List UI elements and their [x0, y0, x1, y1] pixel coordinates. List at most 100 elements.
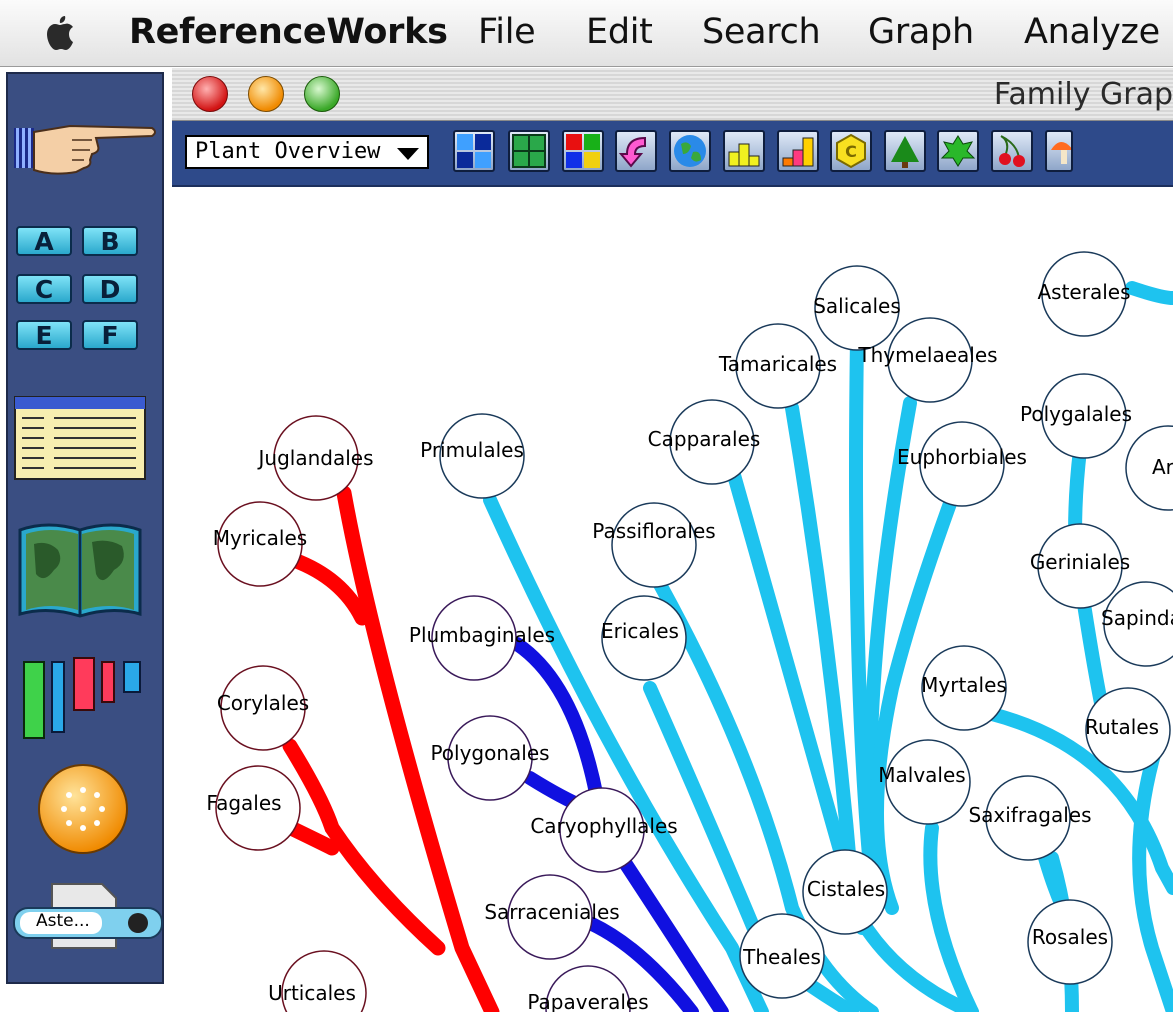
leaf-icon[interactable]	[937, 130, 979, 172]
svg-text:Passiflorales: Passiflorales	[592, 519, 715, 543]
svg-text:Salicales: Salicales	[813, 294, 901, 318]
view-dropdown-value: Plant Overview	[195, 139, 381, 164]
tree-icon[interactable]	[884, 130, 926, 172]
edge-asterales	[1125, 281, 1173, 305]
svg-text:Sarraceniales: Sarraceniales	[484, 900, 619, 924]
grid-blue-icon[interactable]	[453, 130, 495, 172]
edge-tamaricales	[785, 401, 859, 895]
node-plumbaginales[interactable]: Plumbaginales	[409, 595, 555, 681]
grid-green-icon[interactable]	[508, 130, 550, 172]
node-urticales[interactable]: Urticales	[268, 950, 367, 1016]
window-titlebar[interactable]: Family Grap	[172, 68, 1173, 121]
node-primulales[interactable]: Primulales	[420, 413, 525, 499]
node-corylales[interactable]: Corylales	[217, 665, 309, 751]
svg-text:Papaverales: Papaverales	[527, 990, 648, 1012]
node-caryophyllales[interactable]: Caryophyllales	[530, 787, 678, 873]
node-theales[interactable]: Theales	[739, 913, 825, 999]
svg-text:Myricales: Myricales	[213, 526, 307, 550]
node-sarraceniales[interactable]: Sarraceniales	[484, 874, 620, 960]
tool-palette: A B C D E F Aste...	[6, 72, 164, 984]
svg-text:Thymelaeales: Thymelaeales	[857, 343, 997, 367]
node-fagales[interactable]: Fagales	[206, 765, 301, 851]
node-salicales[interactable]: Salicales	[813, 265, 901, 351]
menu-analyze[interactable]: Analyze	[1024, 12, 1160, 52]
bar-chart-icon[interactable]	[20, 656, 144, 742]
palette-bottom-gap	[0, 984, 175, 1012]
app-menu[interactable]: ReferenceWorks	[129, 12, 448, 52]
minimize-button[interactable]	[248, 76, 284, 112]
family-graph-window: Family Grap Plant Overview C Juglandales…	[172, 68, 1173, 1016]
svg-text:Primulales: Primulales	[420, 438, 524, 462]
node-polygonales[interactable]: Polygonales	[430, 715, 550, 801]
svg-text:Ericales: Ericales	[601, 619, 679, 643]
step-chart-icon[interactable]	[723, 130, 765, 172]
window-title: Family Grap	[993, 77, 1173, 112]
spreadsheet-icon[interactable]	[14, 396, 146, 480]
menu-graph[interactable]: Graph	[868, 12, 974, 52]
svg-text:Geriniales: Geriniales	[1030, 550, 1130, 574]
letter-c-button[interactable]: C	[16, 274, 72, 304]
node-myricales[interactable]: Myricales	[213, 501, 307, 587]
zoom-button[interactable]	[304, 76, 340, 112]
node-rutales[interactable]: Rutales	[1085, 687, 1171, 773]
svg-text:Rosales: Rosales	[1032, 925, 1108, 949]
svg-text:Malvales: Malvales	[878, 763, 965, 787]
letter-b-button[interactable]: B	[82, 226, 138, 256]
node-malvales[interactable]: Malvales	[878, 739, 971, 825]
svg-text:Caryophyllales: Caryophyllales	[530, 814, 677, 838]
node-myrtales[interactable]: Myrtales	[921, 645, 1007, 731]
svg-text:Euphorbiales: Euphorbiales	[897, 445, 1027, 469]
svg-text:Plumbaginales: Plumbaginales	[409, 623, 555, 647]
svg-text:Theales: Theales	[742, 945, 821, 969]
apple-menu-icon[interactable]	[38, 10, 84, 56]
svg-text:Cistales: Cistales	[807, 877, 885, 901]
node-papaverales[interactable]: Papaverales	[527, 965, 649, 1016]
hexagon-c-icon[interactable]: C	[830, 130, 872, 172]
node-capparales[interactable]: Capparales	[648, 399, 761, 485]
globe-icon[interactable]	[669, 130, 711, 172]
letter-a-button[interactable]: A	[16, 226, 72, 256]
node-juglandales[interactable]: Juglandales	[257, 415, 374, 501]
svg-text:Asterales: Asterales	[1037, 280, 1130, 304]
menu-edit[interactable]: Edit	[586, 12, 653, 52]
letter-d-button[interactable]: D	[82, 274, 138, 304]
svg-text:Polygonales: Polygonales	[430, 741, 549, 765]
pointing-hand-icon[interactable]	[12, 114, 160, 184]
close-button[interactable]	[192, 76, 228, 112]
menu-bar: ReferenceWorks File Edit Search Graph An…	[0, 0, 1173, 67]
orange-sphere-icon[interactable]	[36, 762, 130, 856]
family-graph-canvas[interactable]: Juglandales Myricales Corylales Fagales …	[172, 188, 1173, 1016]
mushroom-icon[interactable]	[1045, 130, 1073, 172]
node-sapindales[interactable]: Sapindal	[1101, 581, 1173, 667]
letter-e-button[interactable]: E	[16, 320, 72, 350]
node-asterales[interactable]: Asterales	[1037, 251, 1131, 337]
node-ariales[interactable]: Aria	[1125, 425, 1173, 511]
node-polygalales[interactable]: Polygalales	[1020, 373, 1132, 459]
view-dropdown[interactable]: Plant Overview	[185, 135, 429, 169]
letter-f-button[interactable]: F	[82, 320, 138, 350]
node-saxifragales[interactable]: Saxifragales	[968, 775, 1092, 861]
node-passiflorales[interactable]: Passiflorales	[592, 502, 716, 588]
svg-text:Fagales: Fagales	[206, 791, 281, 815]
svg-text:Polygalales: Polygalales	[1020, 402, 1132, 426]
graph-toolbar: Plant Overview C	[172, 121, 1173, 187]
menu-search[interactable]: Search	[702, 12, 821, 52]
atlas-book-icon[interactable]	[18, 514, 142, 624]
node-euphorbiales[interactable]: Euphorbiales	[897, 421, 1027, 507]
svg-text:Aria: Aria	[1152, 455, 1173, 479]
node-rosales[interactable]: Rosales	[1027, 899, 1113, 985]
node-cistales[interactable]: Cistales	[802, 849, 888, 935]
cherries-icon[interactable]	[991, 130, 1033, 172]
svg-text:Myrtales: Myrtales	[921, 673, 1007, 697]
node-tamaricales[interactable]: Tamaricales	[718, 323, 837, 409]
stairs-chart-icon[interactable]	[777, 130, 819, 172]
svg-text:C: C	[845, 142, 857, 161]
undo-arrow-icon[interactable]	[615, 130, 657, 172]
menu-file[interactable]: File	[478, 12, 536, 52]
node-ericales[interactable]: Ericales	[601, 595, 687, 681]
svg-text:Capparales: Capparales	[648, 427, 761, 451]
grid-color-icon[interactable]	[562, 130, 604, 172]
svg-text:Corylales: Corylales	[217, 691, 309, 715]
svg-text:Rutales: Rutales	[1085, 715, 1159, 739]
svg-text:Sapindal: Sapindal	[1101, 606, 1173, 630]
